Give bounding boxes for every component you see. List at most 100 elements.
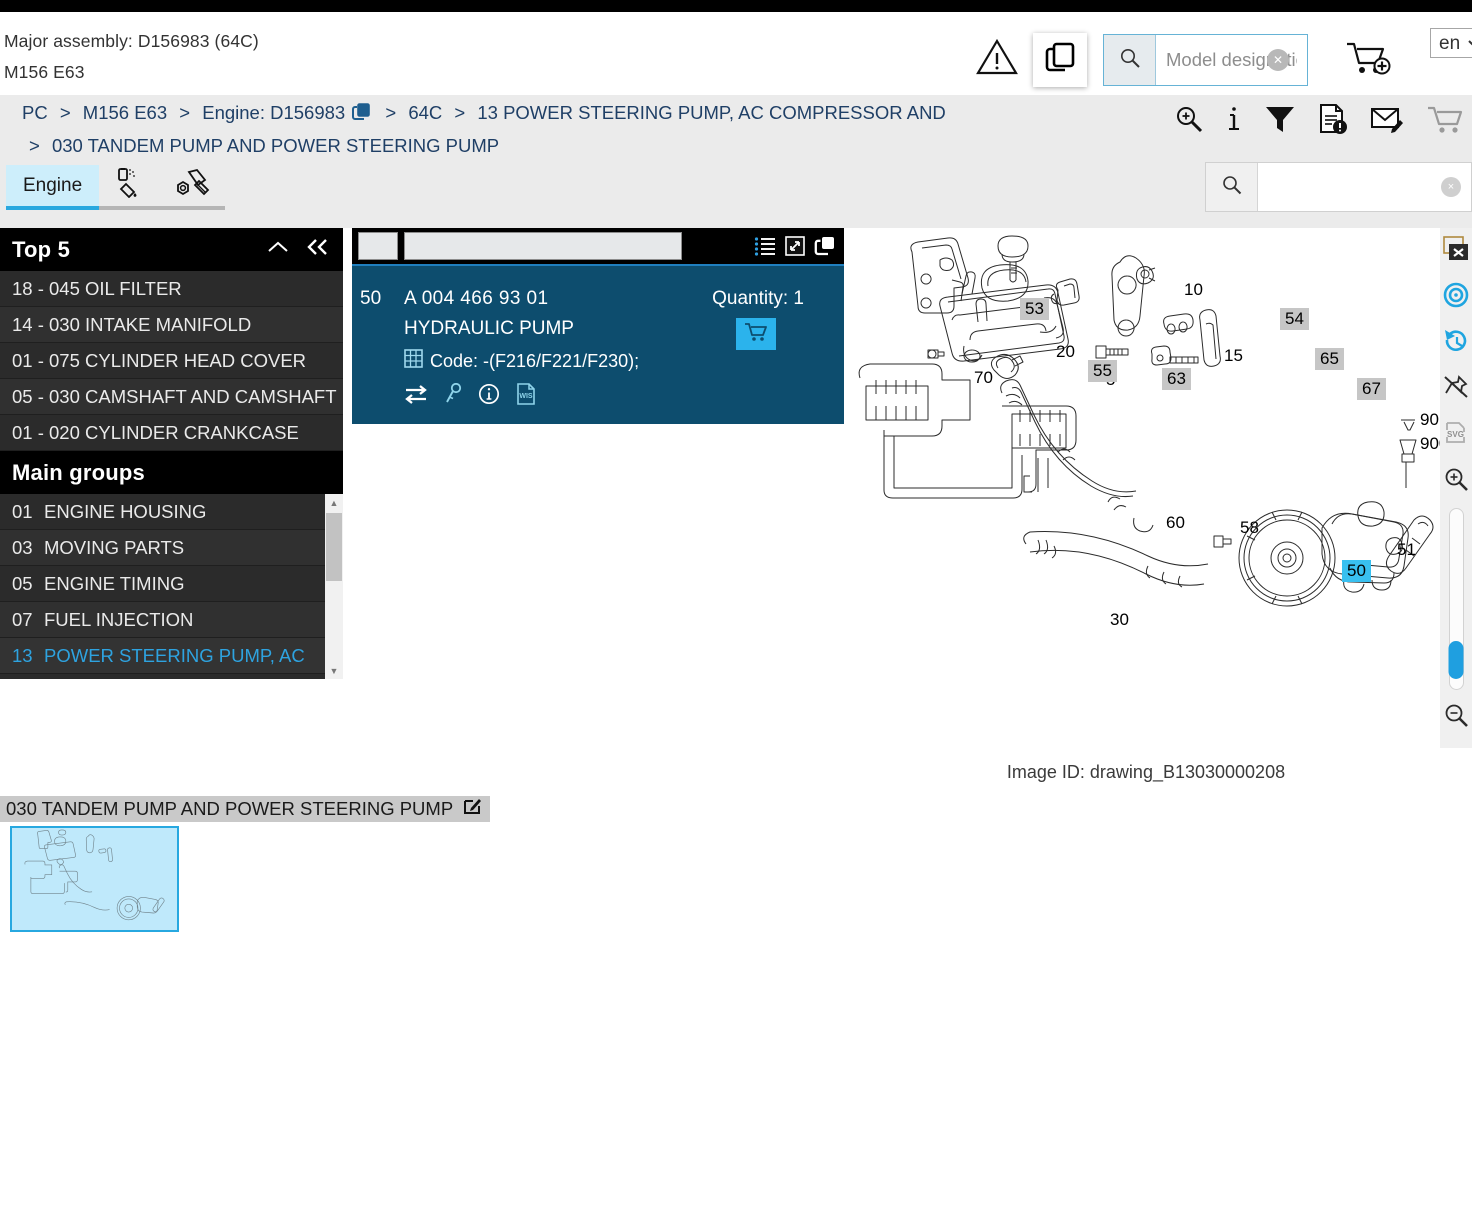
assembly-major: Major assembly: D156983 (64C): [4, 31, 259, 51]
part-card[interactable]: 50 A 004 466 93 01 HYDRAULIC PUMP Code: …: [352, 264, 844, 424]
breadcrumb-item-subgroup[interactable]: 030 TANDEM PUMP AND POWER STEERING PUMP: [52, 135, 499, 156]
part-panel-tools: [754, 228, 836, 264]
target-focus-button[interactable]: [1440, 274, 1472, 320]
callout-15[interactable]: 15: [1224, 346, 1243, 366]
chevron-up-icon[interactable]: [266, 239, 290, 260]
add-to-cart-icon[interactable]: [1345, 39, 1391, 77]
list-item[interactable]: 01 - 020 CYLINDER CRANKCASE: [0, 415, 343, 451]
info-circle-icon[interactable]: [478, 383, 500, 405]
part-description: HYDRAULIC PUMP: [404, 318, 574, 339]
breadcrumb-item-64c[interactable]: 64C: [408, 102, 442, 123]
part-card-body: A 004 466 93 01 HYDRAULIC PUMP Code: -(F…: [404, 288, 639, 405]
callout-67[interactable]: 67: [1357, 378, 1386, 400]
scroll-down-arrow-icon[interactable]: ▼: [325, 662, 343, 679]
global-search-input[interactable]: [1258, 163, 1471, 211]
sidebar-item-engine-timing[interactable]: 05 ENGINE TIMING: [0, 566, 325, 602]
breadcrumb-item-pc[interactable]: PC: [22, 102, 48, 123]
copy-documents-button[interactable]: [1033, 33, 1087, 87]
scrollbar-thumb[interactable]: [326, 513, 342, 581]
global-search-box[interactable]: ×: [1205, 162, 1472, 212]
sidebar-item-moving-parts[interactable]: 03 MOVING PARTS: [0, 530, 325, 566]
callout-10[interactable]: 10: [1184, 280, 1203, 300]
shopping-cart-icon: [744, 322, 768, 347]
list-item[interactable]: 18 - 045 OIL FILTER: [0, 271, 343, 307]
main-groups-scrollbar[interactable]: ▲ ▼: [325, 494, 343, 679]
list-item[interactable]: 14 - 030 INTAKE MANIFOLD: [0, 307, 343, 343]
parts-drawing[interactable]: 53 10 15 54 65 67 20 5 55 63 70 901 900 …: [852, 228, 1448, 748]
callout-70[interactable]: 70: [974, 368, 993, 388]
svg-export-button[interactable]: SVG: [1440, 412, 1472, 458]
sidebar-item-engine-housing[interactable]: 01 ENGINE HOUSING: [0, 494, 325, 530]
breadcrumb-copy-icon[interactable]: [351, 101, 371, 131]
tab-fasteners[interactable]: [161, 165, 226, 210]
undo-history-button[interactable]: [1440, 320, 1472, 366]
breadcrumb-item-model[interactable]: M156 E63: [83, 102, 167, 123]
breadcrumb-separator: >: [385, 102, 397, 123]
language-select[interactable]: en: [1430, 28, 1472, 58]
breadcrumb-item-group[interactable]: 13 POWER STEERING PUMP, AC COMPRESSOR AN…: [477, 102, 945, 123]
expand-fullscreen-icon[interactable]: [785, 236, 805, 256]
info-icon[interactable]: [1226, 104, 1242, 134]
zoom-slider[interactable]: [1440, 504, 1472, 694]
mail-edit-icon[interactable]: [1370, 105, 1404, 133]
callout-30[interactable]: 30: [1110, 610, 1129, 630]
tab-engine[interactable]: Engine: [6, 165, 100, 210]
global-search-icon-button[interactable]: [1206, 163, 1258, 211]
callout-58[interactable]: 58: [1240, 518, 1259, 538]
callout-53[interactable]: 53: [1020, 298, 1049, 320]
list-item[interactable]: 05 - 030 CAMSHAFT AND CAMSHAFT ...: [0, 379, 343, 415]
part-filter-wide-input[interactable]: [404, 232, 682, 260]
undo-history-icon: [1443, 328, 1469, 359]
list-view-icon[interactable]: [754, 236, 776, 256]
callout-65[interactable]: 65: [1315, 348, 1344, 370]
zoom-in-button[interactable]: [1440, 458, 1472, 504]
zoom-in-search-icon[interactable]: [1174, 104, 1204, 134]
callout-54[interactable]: 54: [1280, 308, 1309, 330]
top5-item-label: 01 - 075 CYLINDER HEAD COVER: [12, 349, 307, 371]
double-chevron-left-icon[interactable]: [305, 238, 331, 261]
exchange-arrows-icon[interactable]: [404, 384, 428, 404]
model-search-clear-icon[interactable]: ✕: [1267, 49, 1289, 71]
zoom-slider-track[interactable]: [1448, 508, 1464, 690]
callout-20[interactable]: 20: [1056, 342, 1075, 362]
unpin-button[interactable]: [1440, 366, 1472, 412]
wis-document-icon[interactable]: WIS: [516, 383, 536, 405]
key-icon[interactable]: [444, 383, 462, 405]
main-groups-list: 01 ENGINE HOUSING 03 MOVING PARTS 05 ENG…: [0, 494, 325, 679]
callout-60[interactable]: 60: [1166, 513, 1185, 533]
subgroup-thumbnail-image[interactable]: [10, 826, 179, 932]
duplicate-window-icon[interactable]: [814, 235, 836, 257]
warning-triangle-icon[interactable]: [975, 37, 1019, 77]
main-groups-section: 01 ENGINE HOUSING 03 MOVING PARTS 05 ENG…: [0, 494, 343, 679]
part-filter-small-input[interactable]: [358, 232, 398, 260]
callout-50-highlighted[interactable]: 50: [1342, 560, 1371, 582]
thumbnail-diagram-svg: [24, 829, 165, 921]
group-label: FUEL INJECTION: [44, 608, 194, 630]
document-alert-icon[interactable]: [1318, 103, 1348, 135]
callout-63[interactable]: 63: [1162, 368, 1191, 390]
global-search-clear-icon[interactable]: ×: [1441, 177, 1461, 197]
zoom-out-button[interactable]: [1440, 694, 1472, 740]
copy-documents-icon: [1043, 41, 1077, 80]
subgroup-thumbnail-header: 030 TANDEM PUMP AND POWER STEERING PUMP: [0, 796, 491, 822]
tab-paint[interactable]: [99, 165, 162, 210]
callout-51[interactable]: 51: [1397, 540, 1416, 560]
group-label: ENGINE TIMING: [44, 572, 185, 594]
scroll-up-arrow-icon[interactable]: ▲: [325, 494, 343, 511]
sidebar-item-power-steering-pump[interactable]: 13 POWER STEERING PUMP, AC: [0, 638, 325, 674]
model-search-box[interactable]: ✕: [1103, 34, 1308, 86]
table-grid-icon[interactable]: [404, 349, 423, 373]
filter-funnel-icon[interactable]: [1264, 104, 1296, 134]
spray-paint-icon: [113, 166, 147, 204]
zoom-slider-thumb[interactable]: [1448, 641, 1464, 679]
sidebar-item-fuel-injection[interactable]: 07 FUEL INJECTION: [0, 602, 325, 638]
part-code-row: Code: -(F216/F221/F230);: [404, 349, 639, 373]
breadcrumb-item-engine[interactable]: Engine: D156983: [202, 102, 345, 123]
cart-icon[interactable]: [1426, 104, 1464, 134]
callout-55[interactable]: 55: [1088, 360, 1117, 382]
close-window-button[interactable]: [1440, 228, 1472, 274]
add-part-to-cart-button[interactable]: [736, 318, 776, 350]
list-item[interactable]: 01 - 075 CYLINDER HEAD COVER: [0, 343, 343, 379]
model-search-icon-button[interactable]: [1104, 35, 1156, 85]
edit-pencil-icon[interactable]: [463, 797, 482, 821]
